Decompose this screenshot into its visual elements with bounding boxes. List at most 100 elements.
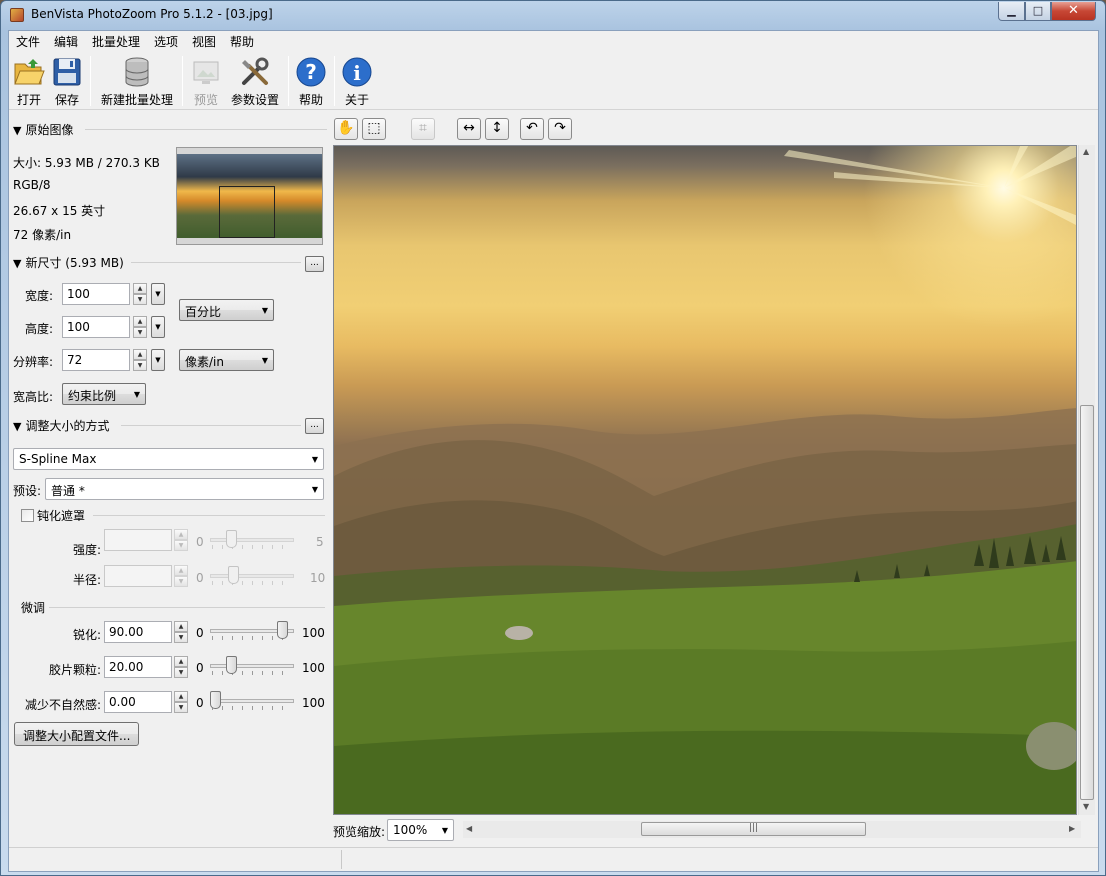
- app-window: BenVista PhotoZoom Pro 5.1.2 - [03.jpg] …: [0, 0, 1106, 876]
- width-input[interactable]: 100: [62, 283, 130, 305]
- menu-edit[interactable]: 编辑: [50, 33, 82, 50]
- toolbar-separator: [90, 56, 91, 106]
- resize-profile-button[interactable]: 调整大小配置文件...: [14, 722, 140, 746]
- film-grain-spinner[interactable]: ▲ ▼: [174, 656, 188, 678]
- algorithm-select[interactable]: S-Spline Max ▼: [13, 448, 324, 470]
- film-grain-slider[interactable]: [210, 655, 294, 677]
- horizontal-scroll-thumb[interactable]: |||: [641, 822, 866, 836]
- aspect-ratio-select[interactable]: 约束比例 ▼: [62, 383, 146, 405]
- rotate-left-button[interactable]: ↶: [520, 118, 544, 140]
- height-spinner[interactable]: ▲ ▼: [133, 316, 147, 338]
- scroll-left-icon[interactable]: ◀: [466, 824, 472, 833]
- unsharp-mask-checkbox[interactable]: [21, 509, 34, 522]
- spin-up-icon[interactable]: ▲: [133, 283, 147, 294]
- toolbar-separator: [334, 56, 335, 106]
- about-button[interactable]: i 关于: [340, 54, 374, 108]
- spin-down-icon[interactable]: ▼: [174, 702, 188, 713]
- vertical-scroll-thumb[interactable]: [1080, 405, 1094, 800]
- resolution-input[interactable]: 72: [62, 349, 130, 371]
- artifact-reduction-spinner[interactable]: ▲ ▼: [174, 691, 188, 713]
- preset-select[interactable]: 普通 * ▼: [45, 478, 324, 500]
- sharpen-input[interactable]: 90.00: [104, 621, 172, 643]
- svg-text:?: ?: [305, 60, 317, 84]
- artifact-reduction-slider[interactable]: [210, 690, 294, 712]
- zoom-select-tool-button[interactable]: ⬚: [362, 118, 386, 140]
- menu-file[interactable]: 文件: [12, 33, 44, 50]
- resolution-unit-select[interactable]: 像素/in ▼: [179, 349, 274, 371]
- spin-up-icon[interactable]: ▲: [174, 621, 188, 632]
- preview-button[interactable]: 预览: [189, 54, 223, 108]
- strength-spinner: ▲ ▼: [174, 529, 188, 551]
- new-size-more-button[interactable]: ...: [305, 256, 324, 272]
- size-unit-select[interactable]: 百分比 ▼: [179, 299, 274, 321]
- crop-tool-button: ⌗: [411, 118, 435, 140]
- tools-icon: [242, 57, 269, 85]
- help-button[interactable]: ? 帮助: [294, 54, 328, 108]
- spin-down-icon[interactable]: ▼: [174, 667, 188, 678]
- new-size-header[interactable]: ▼ 新尺寸 (5.93 MB): [13, 254, 124, 271]
- menu-help[interactable]: 帮助: [226, 33, 258, 50]
- hand-tool-button[interactable]: ✋: [334, 118, 358, 140]
- settings-button[interactable]: 参数设置: [227, 54, 283, 108]
- dimensions: 26.67 x 15 英寸: [13, 204, 106, 218]
- spin-up-icon: ▲: [174, 529, 188, 540]
- vertical-scrollbar[interactable]: ▲ ▼: [1078, 145, 1095, 815]
- height-unit-dropdown[interactable]: ▼: [151, 316, 165, 338]
- preview-zoom-select[interactable]: 100% ▼: [387, 819, 454, 841]
- dropdown-arrow-icon: ▼: [311, 485, 318, 494]
- resolution-unit-dropdown[interactable]: ▼: [151, 349, 165, 371]
- film-grain-input[interactable]: 20.00: [104, 656, 172, 678]
- width-spinner[interactable]: ▲ ▼: [133, 283, 147, 305]
- resolution-spinner[interactable]: ▲ ▼: [133, 349, 147, 371]
- open-button[interactable]: 打开: [11, 54, 47, 108]
- menu-batch[interactable]: 批量处理: [88, 33, 144, 50]
- menu-options[interactable]: 选项: [150, 33, 182, 50]
- flip-vertical-button[interactable]: ↕: [485, 118, 509, 140]
- slider-thumb[interactable]: [210, 691, 221, 709]
- radius-label: 半径:: [72, 573, 101, 587]
- film-grain-min: 0: [196, 661, 204, 675]
- sharpen-slider[interactable]: [210, 620, 294, 642]
- dropdown-arrow-icon: ▼: [311, 455, 318, 464]
- scroll-right-icon[interactable]: ▶: [1069, 824, 1075, 833]
- spin-down-icon[interactable]: ▼: [133, 360, 147, 371]
- original-image-header[interactable]: ▼ 原始图像: [13, 121, 73, 138]
- toolbar: 打开 保存 新建批量处理 预览 参数设置 ? 帮助 i 关于: [9, 52, 1098, 110]
- sharpen-spinner[interactable]: ▲ ▼: [174, 621, 188, 643]
- spin-down-icon[interactable]: ▼: [133, 327, 147, 338]
- new-batch-button[interactable]: 新建批量处理: [97, 54, 177, 108]
- rotate-right-button[interactable]: ↷: [548, 118, 572, 140]
- spin-up-icon[interactable]: ▲: [133, 316, 147, 327]
- close-button[interactable]: ✕: [1051, 2, 1096, 21]
- spin-up-icon[interactable]: ▲: [133, 349, 147, 360]
- resize-method-header[interactable]: ▼ 调整大小的方式: [13, 417, 109, 434]
- folder-open-icon: [14, 59, 45, 85]
- title-bar[interactable]: BenVista PhotoZoom Pro 5.1.2 - [03.jpg] …: [1, 1, 1105, 29]
- slider-thumb[interactable]: [277, 621, 288, 639]
- save-button[interactable]: 保存: [49, 54, 85, 108]
- resize-method-more-button[interactable]: ...: [305, 418, 324, 434]
- spin-down-icon[interactable]: ▼: [174, 632, 188, 643]
- info-icon: i: [342, 57, 372, 87]
- menu-bar: 文件 编辑 批量处理 选项 视图 帮助: [9, 31, 1098, 51]
- height-input[interactable]: 100: [62, 316, 130, 338]
- artifact-reduction-input[interactable]: 0.00: [104, 691, 172, 713]
- scroll-down-icon[interactable]: ▼: [1083, 802, 1089, 811]
- horizontal-scrollbar[interactable]: ◀ ||| ▶: [463, 821, 1081, 838]
- maximize-button[interactable]: □: [1025, 2, 1051, 21]
- spin-down-icon[interactable]: ▼: [133, 294, 147, 305]
- color-mode: RGB/8: [13, 178, 51, 192]
- viewport-frame[interactable]: [219, 186, 275, 238]
- slider-thumb[interactable]: [226, 656, 237, 674]
- navigator-thumbnail[interactable]: [176, 147, 323, 245]
- width-unit-dropdown[interactable]: ▼: [151, 283, 165, 305]
- film-grain-label: 胶片颗粒:: [48, 663, 101, 677]
- spin-up-icon[interactable]: ▲: [174, 691, 188, 702]
- spin-up-icon[interactable]: ▲: [174, 656, 188, 667]
- flip-horizontal-button[interactable]: ↔: [457, 118, 481, 140]
- menu-view[interactable]: 视图: [188, 33, 220, 50]
- app-icon: [10, 8, 24, 22]
- image-preview[interactable]: [333, 145, 1077, 815]
- minimize-button[interactable]: ▁: [998, 2, 1025, 21]
- scroll-up-icon[interactable]: ▲: [1083, 147, 1089, 156]
